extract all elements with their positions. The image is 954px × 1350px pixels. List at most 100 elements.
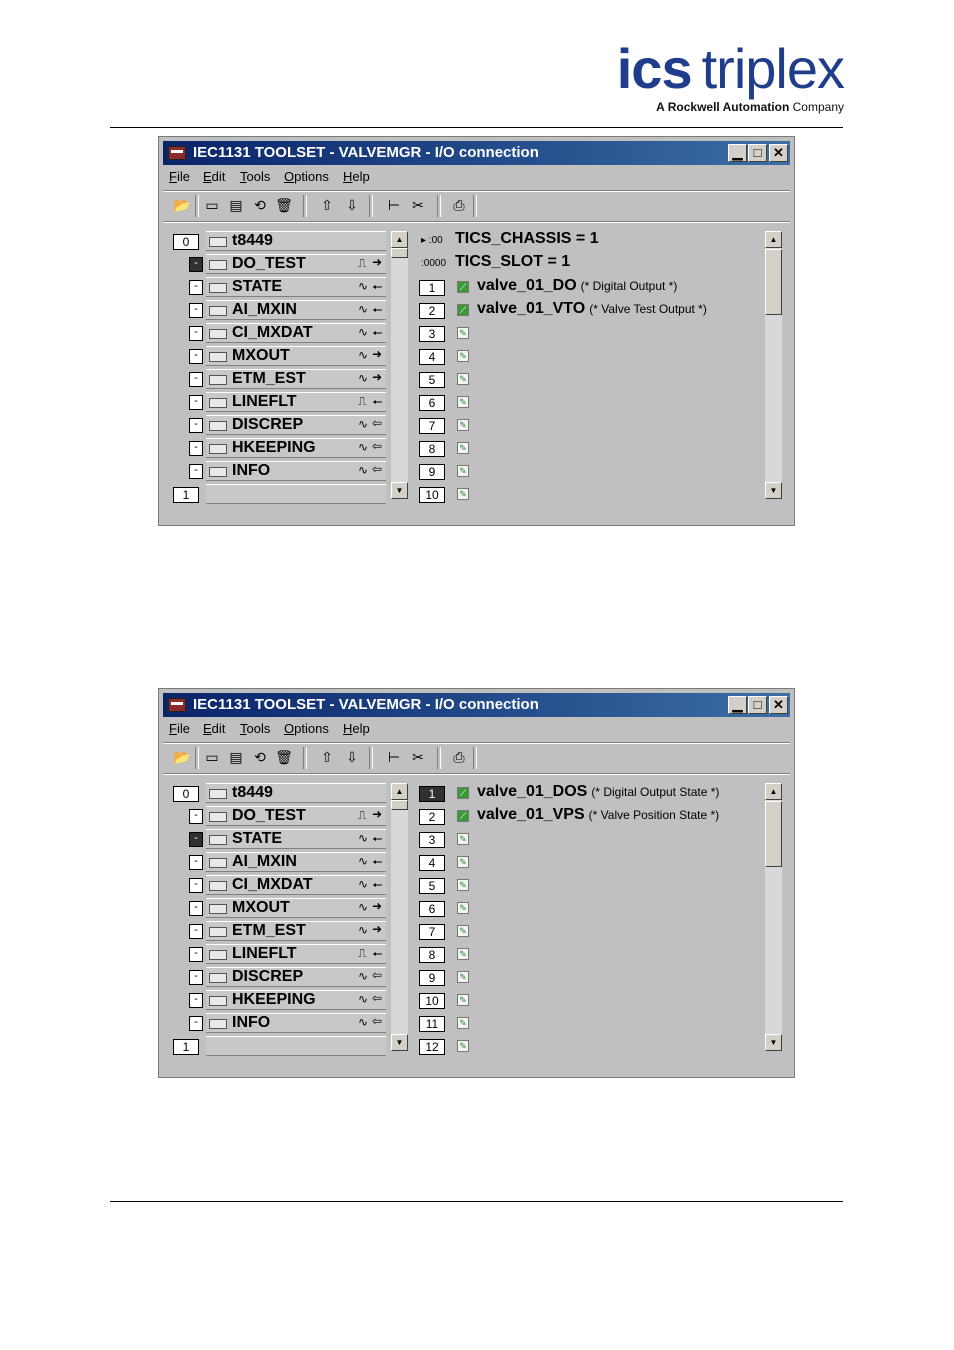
print-icon[interactable]: ⎙	[450, 196, 468, 214]
scroll-thumb[interactable]	[391, 800, 408, 810]
right-scrollbar[interactable]: ▲ ▼	[765, 783, 782, 1051]
print-icon[interactable]: ⎙	[450, 748, 468, 766]
arrow-down-icon[interactable]: ⇩	[343, 196, 361, 214]
io-channel-number: 11	[419, 1016, 445, 1032]
edit-pencil-icon[interactable]: ✎	[457, 1040, 469, 1052]
channel-cell: INFO ∿ ⇦	[206, 461, 386, 481]
edit-pencil-icon[interactable]: ✎	[457, 994, 469, 1006]
channel-marker[interactable]: -	[189, 441, 203, 456]
channel-name: ETM_EST	[232, 922, 306, 939]
scroll-thumb[interactable]	[765, 249, 782, 315]
tree-icon[interactable]: ⊢	[385, 748, 403, 766]
channel-marker[interactable]: -	[189, 349, 203, 364]
edit-pencil-icon[interactable]: ✎	[457, 856, 469, 868]
cut-icon[interactable]: ✂	[409, 748, 427, 766]
edit-pencil-icon[interactable]: ✎	[457, 925, 469, 937]
channel-marker[interactable]: -	[189, 924, 203, 939]
refresh-icon[interactable]: ⟲	[251, 196, 269, 214]
channel-marker[interactable]: -	[189, 970, 203, 985]
edit-pencil-icon[interactable]: ✎	[457, 902, 469, 914]
minimize-button[interactable]: ▁	[728, 144, 747, 162]
scroll-thumb[interactable]	[765, 801, 782, 867]
channel-marker[interactable]: -	[189, 395, 203, 410]
maximize-button[interactable]: □	[748, 144, 767, 162]
menu-file[interactable]: File	[169, 169, 190, 184]
edit-pencil-icon[interactable]: ✎	[457, 419, 469, 431]
channel-marker[interactable]: -	[189, 809, 203, 824]
variable-linked-icon[interactable]: ⟋	[457, 787, 469, 799]
scroll-thumb[interactable]	[391, 248, 408, 258]
variable-linked-icon[interactable]: ⟋	[457, 810, 469, 822]
scroll-up-button[interactable]: ▲	[391, 231, 408, 248]
refresh-icon[interactable]: ⟲	[251, 748, 269, 766]
menu-options[interactable]: Options	[284, 721, 329, 736]
channel-marker[interactable]: -	[189, 878, 203, 893]
edit-pencil-icon[interactable]: ✎	[457, 442, 469, 454]
open-icon[interactable]: 📂	[173, 748, 191, 766]
minimize-button[interactable]: ▁	[728, 696, 747, 714]
menu-help[interactable]: Help	[343, 169, 370, 184]
edit-pencil-icon[interactable]: ✎	[457, 373, 469, 385]
open-icon[interactable]: 📂	[173, 196, 191, 214]
scroll-down-button[interactable]: ▼	[391, 482, 408, 499]
save-icon[interactable]: ▤	[227, 196, 245, 214]
maximize-button[interactable]: □	[748, 696, 767, 714]
right-scrollbar[interactable]: ▲ ▼	[765, 231, 782, 499]
variable-linked-icon[interactable]: ⟋	[457, 281, 469, 293]
menu-options[interactable]: Options	[284, 169, 329, 184]
arrow-up-icon[interactable]: ⇧	[318, 748, 336, 766]
channel-marker[interactable]: -	[189, 464, 203, 479]
channel-marker[interactable]: -	[189, 303, 203, 318]
channel-marker[interactable]: -	[189, 280, 203, 295]
scroll-up-button[interactable]: ▲	[765, 783, 782, 800]
channel-marker[interactable]: -	[189, 1016, 203, 1031]
scroll-up-button[interactable]: ▲	[765, 231, 782, 248]
edit-pencil-icon[interactable]: ✎	[457, 327, 469, 339]
menu-edit[interactable]: Edit	[203, 721, 225, 736]
save-icon[interactable]: ▤	[227, 748, 245, 766]
edit-pencil-icon[interactable]: ✎	[457, 879, 469, 891]
tree-icon[interactable]: ⊢	[385, 196, 403, 214]
edit-pencil-icon[interactable]: ✎	[457, 465, 469, 477]
left-scrollbar[interactable]: ▲ ▼	[391, 783, 408, 1051]
variable-linked-icon[interactable]: ⟋	[457, 304, 469, 316]
logo-triplex: triplex	[701, 37, 845, 100]
scroll-down-button[interactable]: ▼	[765, 1034, 782, 1051]
channel-marker[interactable]: -	[189, 418, 203, 433]
channel-marker[interactable]: -	[189, 832, 203, 847]
scroll-up-button[interactable]: ▲	[391, 783, 408, 800]
edit-pencil-icon[interactable]: ✎	[457, 396, 469, 408]
channel-marker[interactable]: -	[189, 901, 203, 916]
menu-file[interactable]: File	[169, 721, 190, 736]
edit-pencil-icon[interactable]: ✎	[457, 833, 469, 845]
channel-marker[interactable]: -	[189, 326, 203, 341]
variable-name	[477, 852, 481, 870]
trash-icon[interactable]: 🗑	[275, 196, 293, 214]
channel-marker[interactable]: -	[189, 855, 203, 870]
menu-edit[interactable]: Edit	[203, 169, 225, 184]
link-icon[interactable]: ▭	[203, 748, 221, 766]
close-button[interactable]: ✕	[769, 144, 788, 162]
edit-pencil-icon[interactable]: ✎	[457, 1017, 469, 1029]
menu-tools[interactable]: Tools	[240, 169, 270, 184]
menu-help[interactable]: Help	[343, 721, 370, 736]
variable-name: valve_01_VTO (* Valve Test Output *)	[477, 300, 707, 318]
cut-icon[interactable]: ✂	[409, 196, 427, 214]
edit-pencil-icon[interactable]: ✎	[457, 350, 469, 362]
channel-marker[interactable]: -	[189, 993, 203, 1008]
arrow-down-icon[interactable]: ⇩	[343, 748, 361, 766]
scroll-down-button[interactable]: ▼	[391, 1034, 408, 1051]
menu-tools[interactable]: Tools	[240, 721, 270, 736]
channel-marker[interactable]: -	[189, 372, 203, 387]
arrow-up-icon[interactable]: ⇧	[318, 196, 336, 214]
trash-icon[interactable]: 🗑	[275, 748, 293, 766]
scroll-down-button[interactable]: ▼	[765, 482, 782, 499]
edit-pencil-icon[interactable]: ✎	[457, 948, 469, 960]
close-button[interactable]: ✕	[769, 696, 788, 714]
link-icon[interactable]: ▭	[203, 196, 221, 214]
channel-marker[interactable]: -	[189, 257, 203, 272]
edit-pencil-icon[interactable]: ✎	[457, 488, 469, 500]
edit-pencil-icon[interactable]: ✎	[457, 971, 469, 983]
channel-marker[interactable]: -	[189, 947, 203, 962]
left-scrollbar[interactable]: ▲ ▼	[391, 231, 408, 499]
